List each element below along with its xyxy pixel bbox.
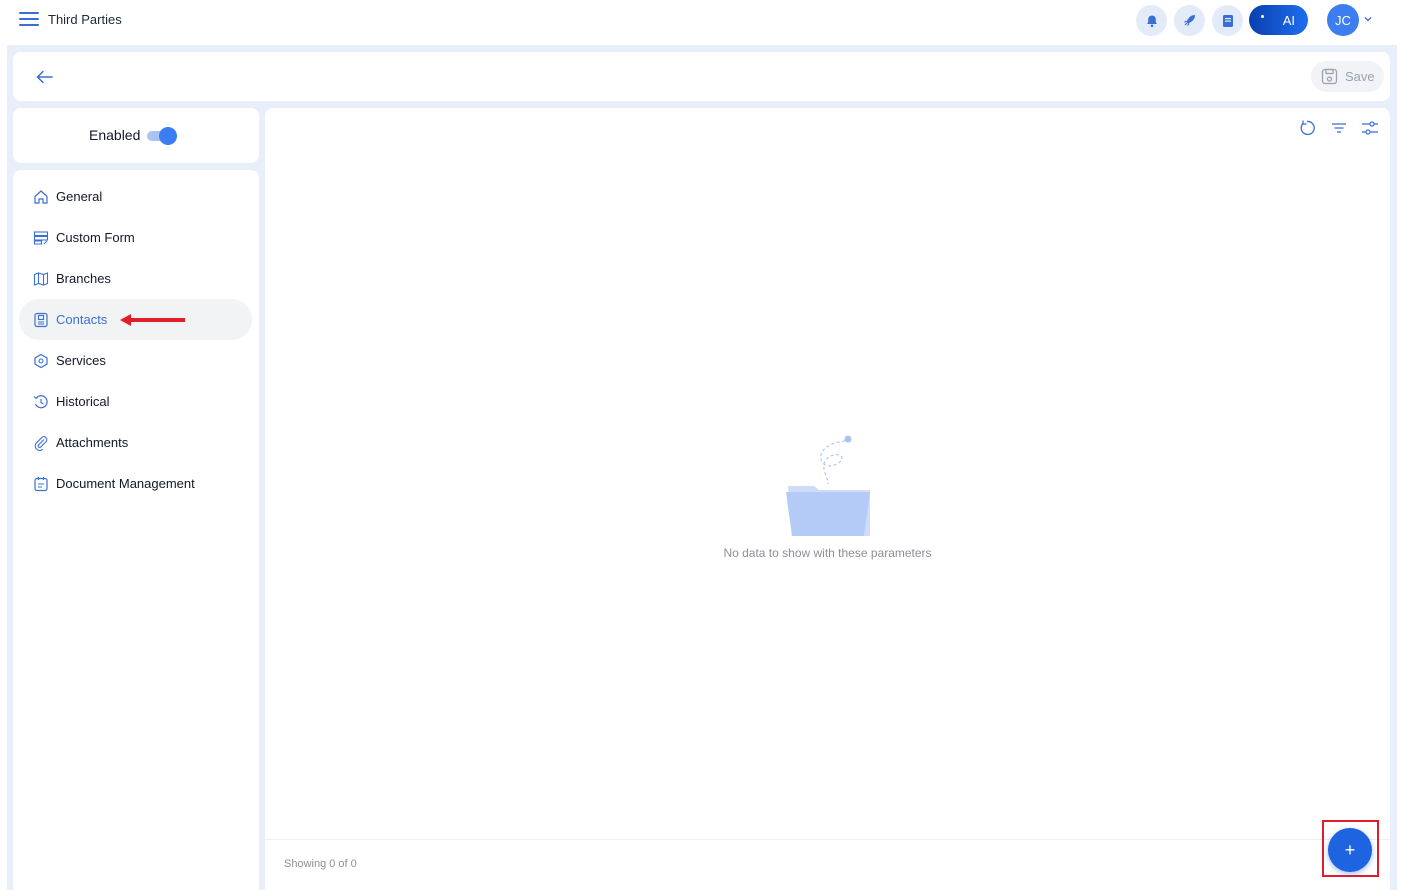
sidebar-item-label: Contacts	[56, 312, 108, 327]
sidebar-item-general[interactable]: General	[19, 176, 252, 217]
sidebar-item-label: Custom Form	[56, 230, 135, 245]
rocket-icon[interactable]	[1174, 5, 1205, 36]
empty-folder-icon	[786, 435, 870, 536]
add-contact-button[interactable]: +	[1328, 828, 1372, 872]
ai-label: AI	[1282, 12, 1295, 28]
sidebar-item-custom-form[interactable]: Custom Form	[19, 217, 252, 258]
user-avatar[interactable]: JC	[1327, 4, 1359, 36]
chevron-down-icon[interactable]	[1363, 14, 1373, 24]
header-card	[13, 52, 1390, 101]
pagination-summary: Showing 0 of 0	[284, 858, 357, 870]
sidebar-item-document-management[interactable]: Document Management	[19, 463, 252, 504]
ai-assistant-button[interactable]: AI	[1249, 5, 1308, 35]
save-button[interactable]: Save	[1311, 61, 1384, 92]
empty-state-container: No data to show with these parameters	[0, 546, 1401, 560]
sidebar-item-label: Services	[56, 353, 106, 368]
back-arrow-icon[interactable]	[35, 68, 55, 86]
book-icon[interactable]	[1212, 5, 1243, 36]
save-label: Save	[1345, 69, 1375, 84]
annotation-arrow-icon	[120, 314, 185, 326]
enabled-toggle[interactable]	[147, 127, 177, 145]
plus-icon: +	[1344, 839, 1356, 860]
empty-state-message: No data to show with these parameters	[723, 546, 932, 560]
sidebar-item-historical[interactable]: Historical	[19, 381, 252, 422]
hexagon-icon	[33, 353, 49, 369]
sidebar-item-label: Document Management	[56, 476, 195, 491]
sidebar-item-attachments[interactable]: Attachments	[19, 422, 252, 463]
form-icon	[33, 230, 49, 246]
sidebar-item-services[interactable]: Services	[19, 340, 252, 381]
contact-card-icon	[33, 312, 49, 328]
sidebar-item-label: Historical	[56, 394, 110, 409]
sidebar-item-label: General	[56, 189, 103, 204]
floppy-disk-icon	[1321, 68, 1338, 85]
filter-icon[interactable]	[1330, 119, 1348, 137]
settings-sliders-icon[interactable]	[1361, 119, 1379, 137]
sidebar-item-label: Branches	[56, 271, 111, 286]
footer-divider	[265, 839, 1390, 840]
history-icon	[33, 394, 49, 410]
sidebar-item-label: Attachments	[56, 435, 129, 450]
sparkle-icon	[1261, 15, 1264, 18]
sidebar-item-branches[interactable]: Branches	[19, 258, 252, 299]
enabled-label: Enabled	[89, 127, 141, 143]
paperclip-icon	[33, 435, 49, 451]
bell-icon[interactable]	[1136, 5, 1167, 36]
document-icon	[33, 476, 49, 492]
map-icon	[33, 271, 49, 287]
hamburger-menu-icon[interactable]	[19, 12, 39, 28]
home-icon	[33, 189, 49, 205]
refresh-icon[interactable]	[1298, 119, 1316, 137]
app-title: Third Parties	[48, 12, 122, 27]
